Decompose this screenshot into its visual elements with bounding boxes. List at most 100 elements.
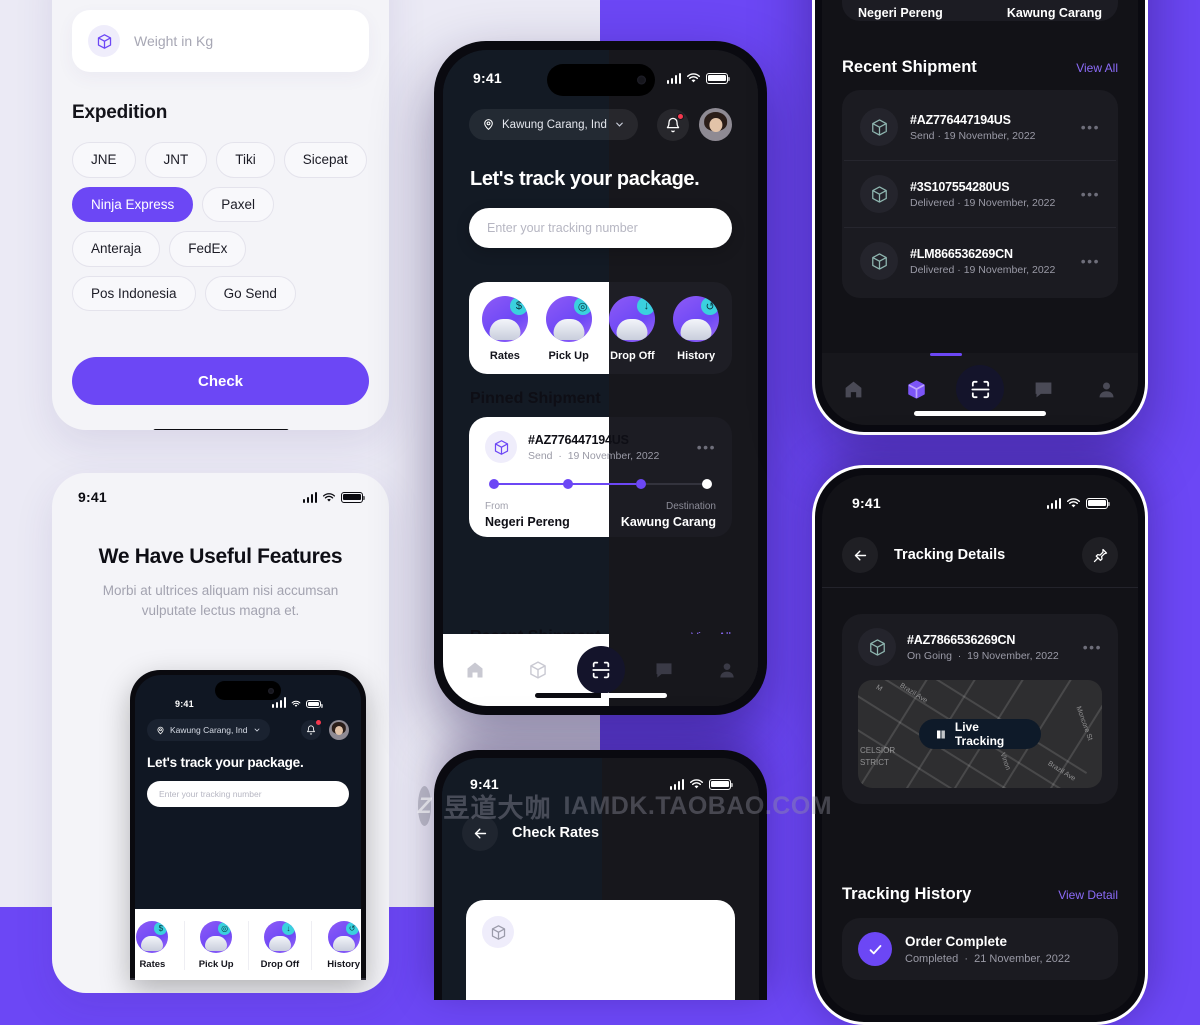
shipment-list-item[interactable]: #AZ776447194US Send · 19 November, 2022 ••…	[844, 94, 1116, 160]
panel-home: 9:41 Kawung Carang, Ind Let's track your…	[434, 41, 767, 715]
pinned-card-stub: Negeri Pereng Kawung Carang	[842, 0, 1118, 21]
progress-node	[702, 479, 712, 489]
dynamic-island	[215, 681, 281, 700]
tab-scan[interactable]	[569, 646, 632, 694]
more-options-icon[interactable]: •••	[1081, 187, 1100, 201]
expedition-chip[interactable]: Paxel	[202, 186, 275, 222]
chevron-down-icon	[254, 728, 259, 732]
features-title: We Have Useful Features	[98, 545, 343, 568]
wifi-icon	[322, 492, 336, 502]
tab-chat[interactable]	[1012, 379, 1075, 400]
notification-bell-icon[interactable]	[301, 720, 321, 740]
expedition-chip[interactable]: JNT	[144, 142, 208, 178]
more-options-icon[interactable]: •••	[1083, 640, 1102, 654]
dropoff-badge-icon: ↓	[263, 921, 296, 953]
quick-action-rates[interactable]: $ Rates	[135, 921, 185, 970]
live-map[interactable]: M Brazil Ave Moncore St Vinon Brazil Ave…	[858, 680, 1102, 788]
quick-action-history[interactable]: ↺ History	[664, 296, 728, 362]
camera-icon	[268, 687, 274, 694]
quick-action-pick-up[interactable]: ◎ Pick Up	[537, 296, 601, 362]
tab-package[interactable]	[885, 379, 948, 400]
expedition-chip[interactable]: Sicepat	[283, 142, 367, 178]
mini-tracking-input[interactable]: Enter your tracking number	[147, 781, 349, 807]
weight-field[interactable]: Weight in Kg	[72, 10, 369, 72]
shipment-date: 19 November, 2022	[963, 263, 1056, 276]
view-all-link[interactable]: View All	[1076, 61, 1118, 75]
tab-home[interactable]	[443, 660, 506, 680]
pickup-badge-icon: ◎	[545, 296, 592, 342]
scan-fab[interactable]	[576, 646, 625, 694]
location-selector[interactable]: Kawung Carang, Ind	[147, 719, 270, 741]
tab-chat[interactable]	[632, 660, 695, 680]
tracking-number-input[interactable]: Enter your tracking number	[469, 208, 732, 248]
scan-fab[interactable]	[956, 365, 1004, 413]
tab-scan[interactable]	[948, 365, 1011, 413]
shipment-row: #AZ7866536269CN On Going · 19 November, …	[858, 628, 1102, 666]
pin-button[interactable]	[1082, 537, 1118, 573]
expedition-chip[interactable]: Tiki	[216, 142, 275, 178]
wifi-icon	[291, 700, 301, 707]
destination-label: Destination	[665, 501, 716, 512]
back-button[interactable]	[462, 815, 498, 851]
shipment-meta: Send · 19 November, 2022	[528, 449, 660, 462]
check-button[interactable]: Check	[72, 357, 369, 405]
more-options-icon[interactable]: •••	[697, 440, 716, 454]
tab-package[interactable]	[506, 660, 569, 680]
art-badge: ↺	[345, 922, 359, 935]
tab-profile[interactable]	[695, 660, 758, 680]
quick-action-rates[interactable]: $ Rates	[473, 296, 537, 362]
shipment-list-item[interactable]: #3S107554280US Delivered · 19 November, 2…	[844, 160, 1116, 227]
more-options-icon[interactable]: •••	[1081, 254, 1100, 268]
live-tracking-button[interactable]: Live Tracking	[919, 719, 1041, 749]
location-selector[interactable]: Kawung Carang, Ind	[469, 109, 638, 140]
pinned-shipment-card[interactable]: #AZ776447194US Send · 19 November, 2022 …	[469, 417, 732, 537]
status-icons	[302, 491, 365, 503]
progress-node	[562, 479, 573, 489]
package-icon	[485, 431, 517, 463]
arrow-left-icon	[474, 828, 486, 838]
expedition-chip[interactable]: Anteraja	[72, 231, 161, 267]
avatar[interactable]	[329, 720, 349, 740]
navigation-bar: Tracking Details	[842, 535, 1118, 575]
expedition-chip[interactable]: JNE	[72, 142, 136, 178]
mini-phone-preview: 9:41 Kawung Carang, Ind Let's track your…	[130, 670, 366, 980]
features-subtitle: Morbi at ultrices aliquam nisi accumsan …	[102, 583, 339, 618]
scan-icon	[591, 661, 610, 679]
mini-status-time: 9:41	[175, 699, 194, 709]
shipment-meta: On Going · 19 November, 2022	[907, 649, 1059, 662]
expedition-chip[interactable]: Pos Indonesia	[72, 275, 196, 311]
progress-node	[636, 479, 647, 489]
quick-action-drop-off[interactable]: ↓ Drop Off	[601, 296, 665, 362]
quick-action-drop-off[interactable]: ↓ Drop Off	[249, 921, 313, 970]
back-button[interactable]	[842, 537, 878, 573]
shipment-detail-card: #AZ7866536269CN On Going · 19 November, …	[842, 614, 1118, 804]
page-title: Tracking Details	[894, 547, 1006, 563]
avatar[interactable]	[699, 108, 732, 141]
view-detail-link[interactable]: View Detail	[1058, 888, 1118, 902]
dollar-badge-icon: $	[136, 921, 169, 953]
tab-profile[interactable]	[1075, 379, 1138, 400]
shipment-date: 19 November, 2022	[967, 649, 1059, 662]
mini-status-icons	[271, 697, 323, 709]
map-pin-icon	[484, 119, 493, 131]
map-label: M	[874, 683, 884, 694]
shipment-list-item[interactable]: #LM866536269CN Delivered · 19 November, 2…	[844, 227, 1116, 294]
tracking-history-card: Order Complete Completed · 21 November, …	[842, 918, 1118, 980]
expedition-chip[interactable]: Go Send	[204, 275, 296, 311]
quick-action-history[interactable]: ↺ History	[312, 921, 361, 970]
page-title: Check Rates	[512, 825, 600, 841]
tab-home[interactable]	[822, 379, 885, 400]
recent-shipment-list: #AZ776447194US Send · 19 November, 2022 ••…	[842, 90, 1118, 298]
more-options-icon[interactable]: •••	[1081, 120, 1100, 134]
expedition-title: Expedition	[72, 102, 168, 123]
navigation-bar: Check Rates	[462, 814, 739, 852]
wifi-icon	[1066, 498, 1081, 508]
package-icon	[858, 628, 896, 666]
expedition-chip[interactable]: Ninja Express	[72, 186, 194, 222]
quick-action-pick-up[interactable]: ◎ Pick Up	[185, 921, 249, 970]
expedition-chip[interactable]: FedEx	[169, 231, 247, 267]
art-badge: ◎	[218, 922, 232, 935]
notification-bell-icon[interactable]	[657, 108, 689, 141]
art-badge: ↓	[637, 297, 656, 315]
package-icon	[860, 175, 898, 213]
